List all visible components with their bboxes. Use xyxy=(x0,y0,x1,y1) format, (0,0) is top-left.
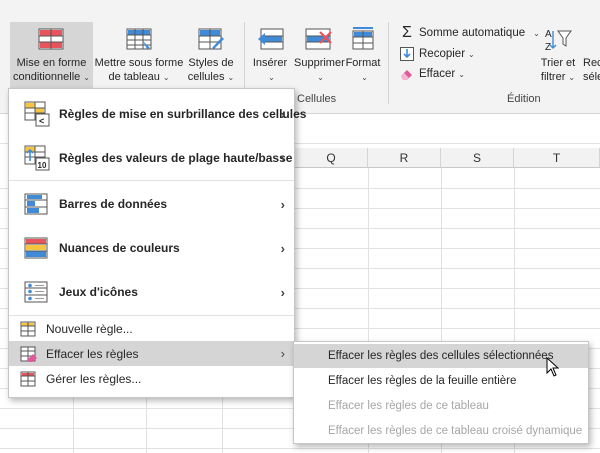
menu-item-label: Règles des valeurs de plage haute/basse xyxy=(59,151,293,165)
color-scales-icon xyxy=(24,237,48,259)
cells-group-label: Cellules xyxy=(297,93,337,105)
chevron-right-icon: › xyxy=(280,150,285,166)
find-select-label-2: sélec xyxy=(583,71,600,83)
delete-button[interactable]: Supprimer ⌄ xyxy=(294,22,345,88)
autosum-button[interactable]: Σ Somme automatique ⌄ xyxy=(399,23,540,43)
menu-item-top-bottom-rules[interactable]: 10 Règles des valeurs de plage haute/bas… xyxy=(9,136,294,180)
column-header-s[interactable]: S xyxy=(441,148,514,168)
format-cells-icon xyxy=(352,27,374,50)
format-as-table-icon xyxy=(126,28,152,50)
delete-cells-icon xyxy=(305,28,332,50)
group-divider xyxy=(388,22,389,104)
insert-button[interactable]: Insérer ⌄ xyxy=(250,22,290,88)
mouse-cursor-icon xyxy=(546,357,559,377)
column-header-r[interactable]: R xyxy=(368,148,441,168)
cell-styles-button[interactable]: Styles de cellules ⌄ xyxy=(184,22,238,88)
menu-item-new-rule[interactable]: Nouvelle règle... xyxy=(9,316,294,341)
chevron-right-icon: › xyxy=(280,284,285,300)
cell-styles-icon xyxy=(198,28,224,50)
chevron-right-icon: › xyxy=(280,240,285,256)
menu-item-label: Règles de mise en surbrillance des cellu… xyxy=(59,107,307,121)
delete-label: Supprimer xyxy=(294,57,345,69)
cell-styles-label-2: cellules ⌄ xyxy=(187,71,235,83)
find-select-button[interactable]: Rec sélec xyxy=(580,22,600,88)
chevron-right-icon: › xyxy=(280,196,285,212)
menu-item-clear-rules[interactable]: Effacer les règles › xyxy=(9,341,294,366)
top-bottom-rules-icon: 10 xyxy=(24,145,50,171)
sort-filter-label-2: filtrer ⌄ xyxy=(540,71,576,83)
svg-text:10: 10 xyxy=(38,161,47,170)
sort-filter-icon: A Z xyxy=(545,29,572,52)
conditional-formatting-button[interactable]: Mise en forme conditionnelle ⌄ xyxy=(10,22,93,88)
fill-button[interactable]: Recopier ⌄ xyxy=(399,44,475,64)
clear-rules-icon xyxy=(20,346,37,362)
svg-text:A: A xyxy=(545,29,552,40)
menu-item-label: Nouvelle règle... xyxy=(46,321,133,336)
fill-down-icon xyxy=(400,47,414,61)
format-as-table-button[interactable]: Mettre sous forme de tableau ⌄ xyxy=(94,22,184,88)
format-button[interactable]: Format ⌄ xyxy=(344,22,382,88)
conditional-formatting-menu: < Règles de mise en surbrillance des cel… xyxy=(8,88,306,398)
cell-styles-label-1: Styles de xyxy=(188,57,234,69)
clear-rules-submenu: Effacer les règles des cellules sélectio… xyxy=(293,341,589,444)
grid-line xyxy=(0,448,600,449)
submenu-item-clear-selected-cells[interactable]: Effacer les règles des cellules sélectio… xyxy=(294,344,588,368)
sort-filter-label-1: Trier et xyxy=(540,57,576,69)
chevron-down-icon: ⌄ xyxy=(317,73,324,82)
editing-group-label: Édition xyxy=(507,93,541,105)
manage-rules-icon xyxy=(20,371,36,386)
chevron-down-icon: ⌄ xyxy=(162,73,170,82)
chevron-right-icon: › xyxy=(280,346,285,361)
sort-filter-button[interactable]: A Z Trier et filtrer ⌄ xyxy=(538,22,578,88)
svg-text:Z: Z xyxy=(545,42,551,52)
chevron-down-icon: ⌄ xyxy=(83,73,90,82)
chevron-down-icon: ⌄ xyxy=(568,73,576,82)
conditional-formatting-label-2: conditionnelle ⌄ xyxy=(13,71,90,83)
new-rule-icon xyxy=(20,321,36,336)
submenu-item-clear-entire-sheet[interactable]: Effacer les règles de la feuille entière xyxy=(294,369,588,393)
menu-item-label: Jeux d'icônes xyxy=(59,285,138,299)
menu-item-color-scales[interactable]: Nuances de couleurs › xyxy=(9,226,294,270)
autosum-label: Somme automatique xyxy=(419,27,526,39)
menu-item-highlight-rules[interactable]: < Règles de mise en surbrillance des cel… xyxy=(9,92,306,136)
menu-item-manage-rules[interactable]: Gérer les règles... xyxy=(9,366,294,391)
submenu-item-clear-pivot-table: Effacer les règles de ce tableau croisé … xyxy=(328,425,583,437)
sigma-icon: Σ xyxy=(402,24,412,41)
chevron-down-icon: ⌄ xyxy=(268,73,275,82)
find-select-label-1: Rec xyxy=(583,57,600,69)
chevron-down-icon: ⌄ xyxy=(468,49,475,59)
eraser-icon xyxy=(401,70,412,80)
menu-item-label: Barres de données xyxy=(59,197,168,211)
menu-divider xyxy=(9,180,294,181)
insert-label: Insérer xyxy=(252,57,288,69)
highlight-rules-icon: < xyxy=(24,101,50,127)
icon-sets-icon xyxy=(24,281,48,303)
menu-item-icon-sets[interactable]: Jeux d'icônes › xyxy=(9,270,294,314)
column-header-t[interactable]: T xyxy=(514,148,600,168)
column-header-q[interactable]: Q xyxy=(295,148,368,168)
chevron-down-icon: ⌄ xyxy=(458,69,465,79)
format-label: Format xyxy=(345,57,381,69)
menu-item-label: Gérer les règles... xyxy=(46,371,142,386)
insert-cells-icon xyxy=(258,28,284,50)
menu-item-label: Nuances de couleurs xyxy=(59,241,180,255)
chevron-down-icon: ⌄ xyxy=(361,73,368,82)
menu-item-label: Effacer les règles xyxy=(46,346,139,361)
clear-button[interactable]: Effacer ⌄ xyxy=(399,64,465,84)
clear-label: Effacer xyxy=(419,68,456,80)
conditional-formatting-icon xyxy=(38,28,64,50)
conditional-formatting-label-1: Mise en forme xyxy=(16,57,87,69)
format-as-table-label-1: Mettre sous forme xyxy=(94,57,184,69)
data-bars-icon xyxy=(24,193,48,215)
submenu-item-clear-this-table: Effacer les règles de ce tableau xyxy=(328,400,489,412)
chevron-down-icon: ⌄ xyxy=(227,73,235,82)
svg-text:<: < xyxy=(39,116,44,126)
chevron-right-icon: › xyxy=(280,106,285,122)
fill-label: Recopier xyxy=(419,48,466,60)
menu-item-data-bars[interactable]: Barres de données › xyxy=(9,182,294,226)
format-as-table-label-2: de tableau ⌄ xyxy=(108,71,170,83)
